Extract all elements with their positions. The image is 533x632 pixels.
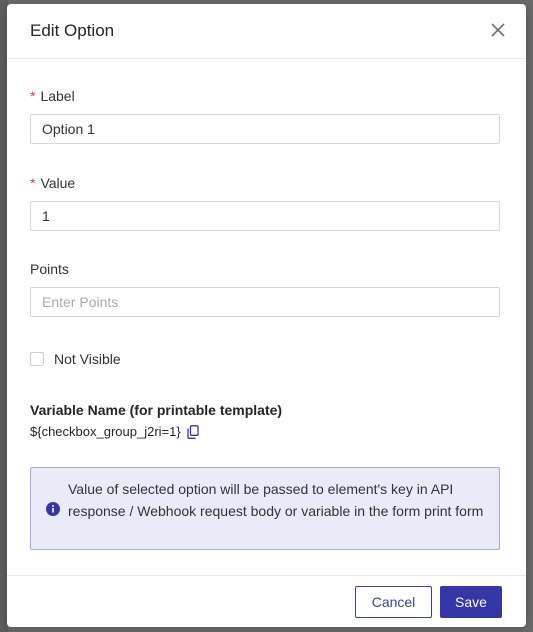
not-visible-label: Not Visible [54, 351, 121, 367]
variable-name-row: ${checkbox_group_j2ri=1} [30, 424, 199, 439]
cancel-button[interactable]: Cancel [355, 586, 432, 618]
close-icon [491, 23, 505, 37]
label-input[interactable] [30, 114, 500, 144]
label-field-label: * Label [30, 88, 75, 104]
variable-name-title: Variable Name (for printable template) [30, 402, 283, 418]
modal-title: Edit Option [30, 21, 115, 40]
info-text: Value of selected option will be passed … [68, 481, 484, 519]
copy-icon[interactable] [187, 424, 199, 439]
points-field-label: Points [30, 261, 69, 277]
modal-header: Edit Option [7, 4, 526, 59]
variable-name-value: ${checkbox_group_j2ri=1} [30, 424, 181, 439]
save-button[interactable]: Save [440, 586, 502, 618]
close-button[interactable] [487, 19, 509, 41]
value-input[interactable] [30, 201, 500, 231]
modal-footer: Cancel Save [7, 575, 526, 627]
value-field-label: * Value [30, 175, 75, 191]
points-field-text: Points [30, 261, 69, 277]
edit-option-modal: Edit Option *Label *Value Points Not Vis… [7, 4, 526, 627]
required-mark: * [30, 88, 36, 104]
not-visible-checkbox[interactable] [30, 352, 44, 366]
info-callout: Value of selected option will be passed … [30, 467, 500, 550]
required-mark: * [30, 175, 36, 191]
points-input[interactable] [30, 287, 500, 317]
info-icon [46, 502, 60, 516]
label-field-text: Label [40, 88, 75, 104]
value-field-text: Value [40, 175, 76, 191]
not-visible-checkbox-row[interactable]: Not Visible [30, 350, 121, 368]
